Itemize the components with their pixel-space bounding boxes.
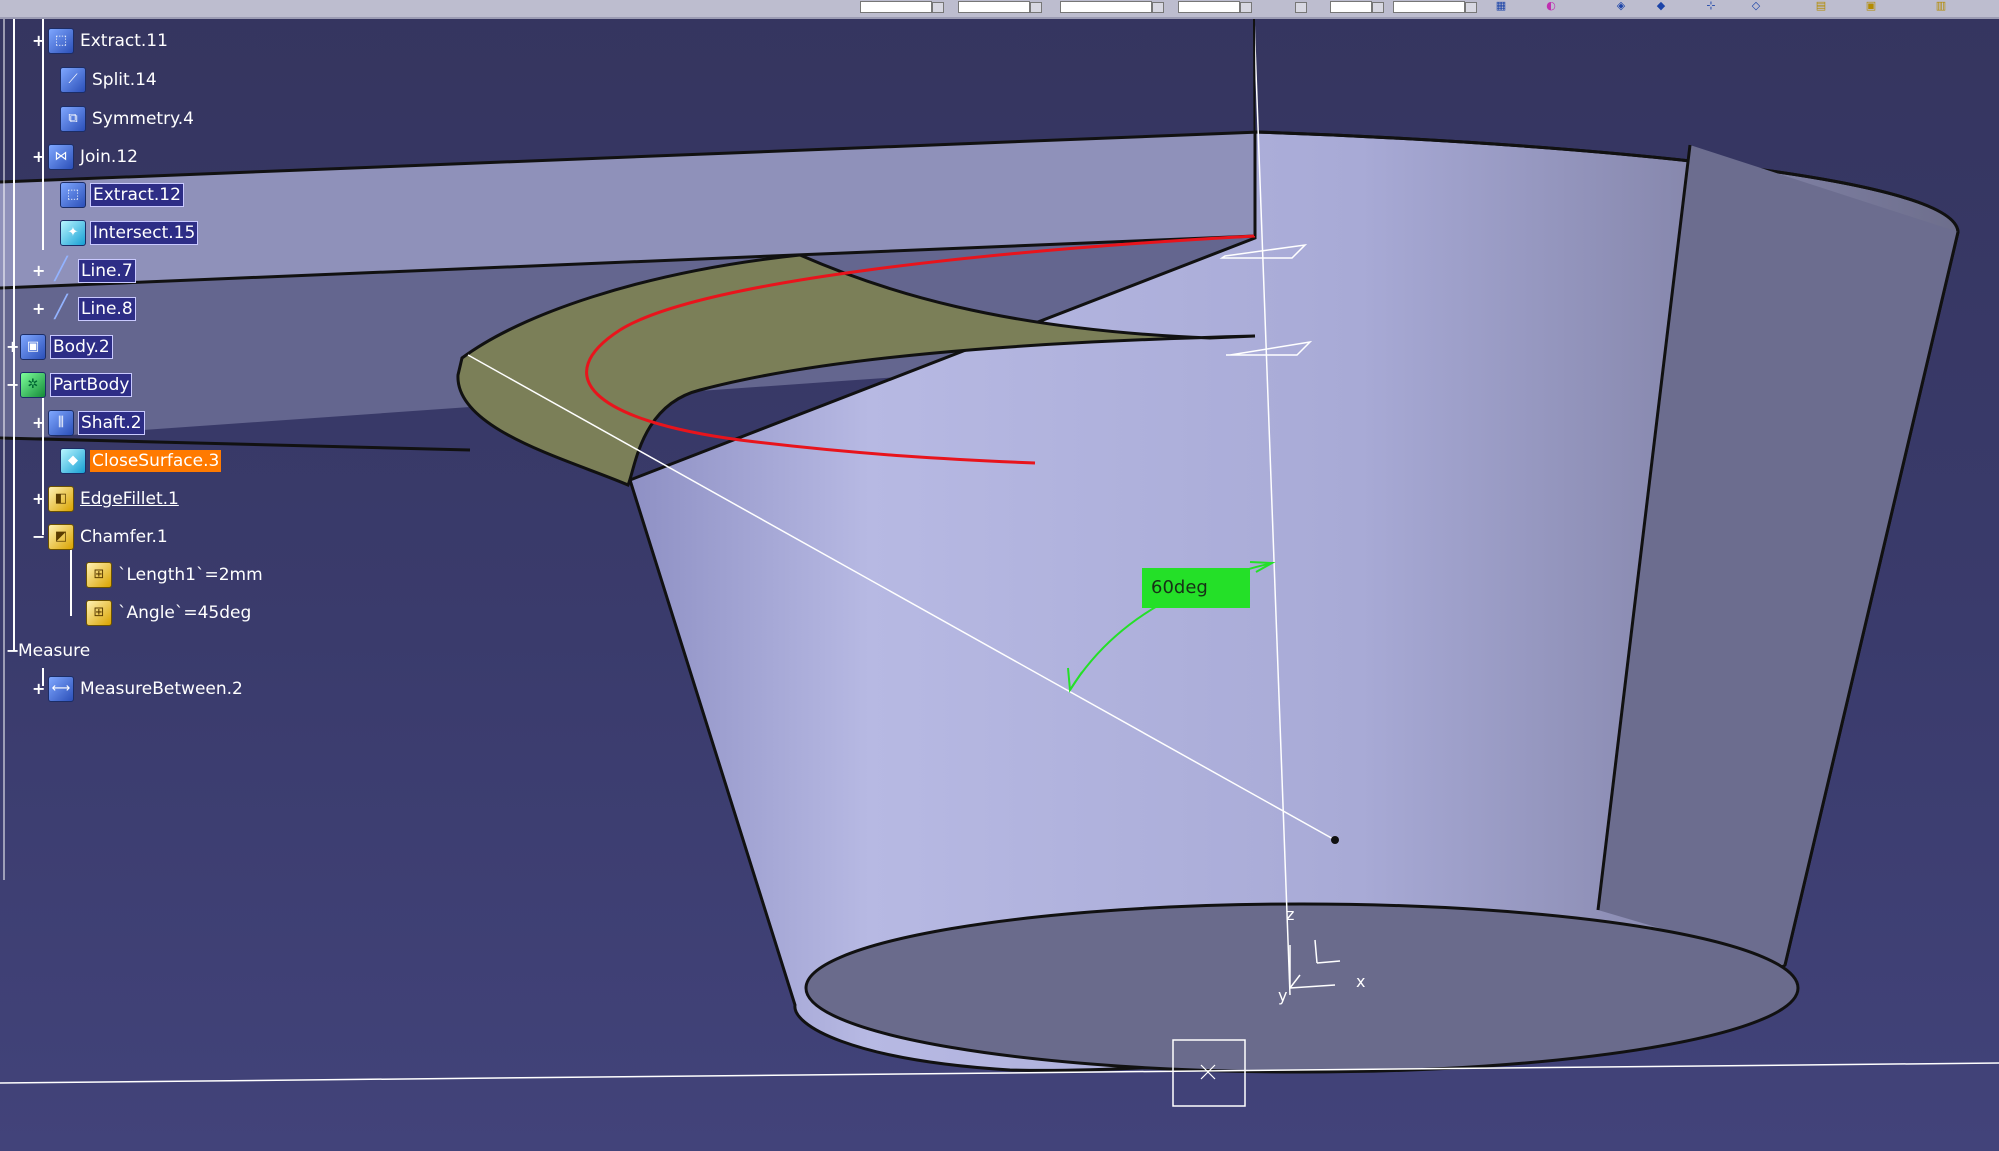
symmetry-icon: ⧉ [60,106,86,132]
expand-icon[interactable]: + [32,491,45,507]
chamfer-icon: ◩ [48,524,74,550]
expand-icon[interactable]: + [32,415,45,431]
tree-item-line-7[interactable]: + ╱ Line.7 [32,258,136,284]
tree-item-closesurface-3[interactable]: ◆ CloseSurface.3 [60,448,222,474]
tree-item-join-12[interactable]: + ⋈ Join.12 [32,144,140,170]
tree-item-label[interactable]: `Length1`=2mm [116,564,265,586]
axis-y-label: y [1278,986,1288,1005]
collapse-icon[interactable]: − [6,377,19,393]
line-icon: ╱ [54,295,68,320]
measure-between-icon: ⟷ [48,676,74,702]
tree-item-label[interactable]: Line.8 [78,297,136,321]
toolbar-field-4[interactable] [1178,1,1240,13]
axis-x-label: x [1356,972,1366,991]
tree-item-symmetry-4[interactable]: ⧉ Symmetry.4 [60,106,196,132]
axis-icon[interactable]: ⊹ [1700,0,1722,12]
tree-item-length1[interactable]: ⊞ `Length1`=2mm [86,562,265,588]
parameter-icon: ⊞ [86,600,112,626]
tree-item-label[interactable]: Body.2 [50,335,113,359]
tree-item-label[interactable]: `Angle`=45deg [116,602,253,624]
collapse-icon[interactable]: − [32,529,45,545]
tree-item-label[interactable]: Split.14 [90,69,159,91]
tree-item-line-8[interactable]: + ╱ Line.8 [32,296,136,322]
layer-icon[interactable]: ▤ [1810,0,1832,12]
tree-item-angle[interactable]: ⊞ `Angle`=45deg [86,600,253,626]
top-toolbar: ▦ ◐ ◈ ◆ ⊹ ◇ ▤ ▣ ▥ [0,0,1999,19]
tree-item-label[interactable]: CloseSurface.3 [90,450,222,472]
close-surface-icon: ◆ [60,448,86,474]
tree-item-split-14[interactable]: ⟋ Split.14 [60,67,159,93]
view-icon[interactable]: ◈ [1610,0,1632,12]
parameter-icon: ⊞ [86,562,112,588]
expand-icon[interactable]: + [32,33,45,49]
tree-item-measure[interactable]: − Measure [6,638,92,664]
toolbar-dropdown-4[interactable] [1240,2,1252,13]
toolbar-dropdown-7[interactable] [1465,2,1477,13]
partbody-icon: ✲ [20,372,46,398]
toolbar-dropdown-3[interactable] [1152,2,1164,13]
cube-icon[interactable]: ▣ [1860,0,1882,12]
toolbar-dropdown-1[interactable] [932,2,944,13]
expand-icon[interactable]: + [6,339,19,355]
line-icon: ╱ [54,257,68,282]
expand-icon[interactable]: + [32,301,45,317]
angle-annotation[interactable]: 60deg [1142,568,1250,608]
save-icon[interactable]: ▥ [1930,0,1952,12]
tree-item-label[interactable]: Join.12 [78,146,140,168]
tree-item-partbody[interactable]: − ✲ PartBody [6,372,133,398]
magnet-icon[interactable]: ◐ [1540,0,1562,12]
toolbar-field-3[interactable] [1060,1,1152,13]
tree-item-label[interactable]: Line.7 [78,259,136,283]
extract-icon: ⬚ [60,182,86,208]
tree-item-label[interactable]: EdgeFillet.1 [78,488,181,510]
tree-item-extract-11[interactable]: + ⬚ Extract.11 [32,28,170,54]
shaft-icon: ⫼ [48,410,74,436]
tree-item-label[interactable]: Symmetry.4 [90,108,196,130]
toolbar-field-2[interactable] [958,1,1030,13]
tree-item-label[interactable]: Extract.12 [90,183,184,207]
tree-item-label[interactable]: Extract.11 [78,30,170,52]
tree-item-body-2[interactable]: + ▣ Body.2 [6,334,113,360]
toolbar-dropdown-5[interactable] [1295,2,1307,13]
tree-item-label[interactable]: PartBody [50,373,133,397]
expand-icon[interactable]: + [32,263,45,279]
toolbar-dropdown-2[interactable] [1030,2,1042,13]
expand-icon[interactable]: + [32,681,45,697]
tree-item-label[interactable]: Intersect.15 [90,221,199,245]
axis-z-label: z [1286,905,1295,924]
join-icon: ⋈ [48,144,74,170]
expand-icon[interactable]: + [32,149,45,165]
body-icon: ▣ [20,334,46,360]
tree-item-label[interactable]: MeasureBetween.2 [78,678,245,700]
toolbar-field-1[interactable] [860,1,932,13]
intersect-icon: ✦ [60,220,86,246]
toolbar-field-5[interactable] [1330,1,1372,13]
tree-item-extract-12[interactable]: ⬚ Extract.12 [60,182,184,208]
specification-tree: + ⬚ Extract.11 ⟋ Split.14 ⧉ Symmetry.4 +… [0,0,300,720]
edge-fillet-icon: ◧ [48,486,74,512]
tree-item-intersect-15[interactable]: ✦ Intersect.15 [60,220,199,246]
toolbar-dropdown-6[interactable] [1372,2,1384,13]
extract-icon: ⬚ [48,28,74,54]
cone-bottom-face[interactable] [804,902,1800,1074]
tree-item-edgefillet-1[interactable]: + ◧ EdgeFillet.1 [32,486,181,512]
tree-item-measurebetween-2[interactable]: + ⟷ MeasureBetween.2 [32,676,245,702]
toolbar-field-6[interactable] [1393,1,1465,13]
tree-item-chamfer-1[interactable]: − ◩ Chamfer.1 [32,524,170,550]
tree-item-label[interactable]: Measure [16,640,92,662]
collapse-icon[interactable]: − [6,643,19,659]
grid-icon[interactable]: ▦ [1490,0,1512,12]
split-icon: ⟋ [60,67,86,93]
tree-item-label[interactable]: Chamfer.1 [78,526,170,548]
material-icon[interactable]: ◇ [1745,0,1767,12]
tree-item-label[interactable]: Shaft.2 [78,411,145,435]
tree-item-shaft-2[interactable]: + ⫼ Shaft.2 [32,410,145,436]
render-icon[interactable]: ◆ [1650,0,1672,12]
